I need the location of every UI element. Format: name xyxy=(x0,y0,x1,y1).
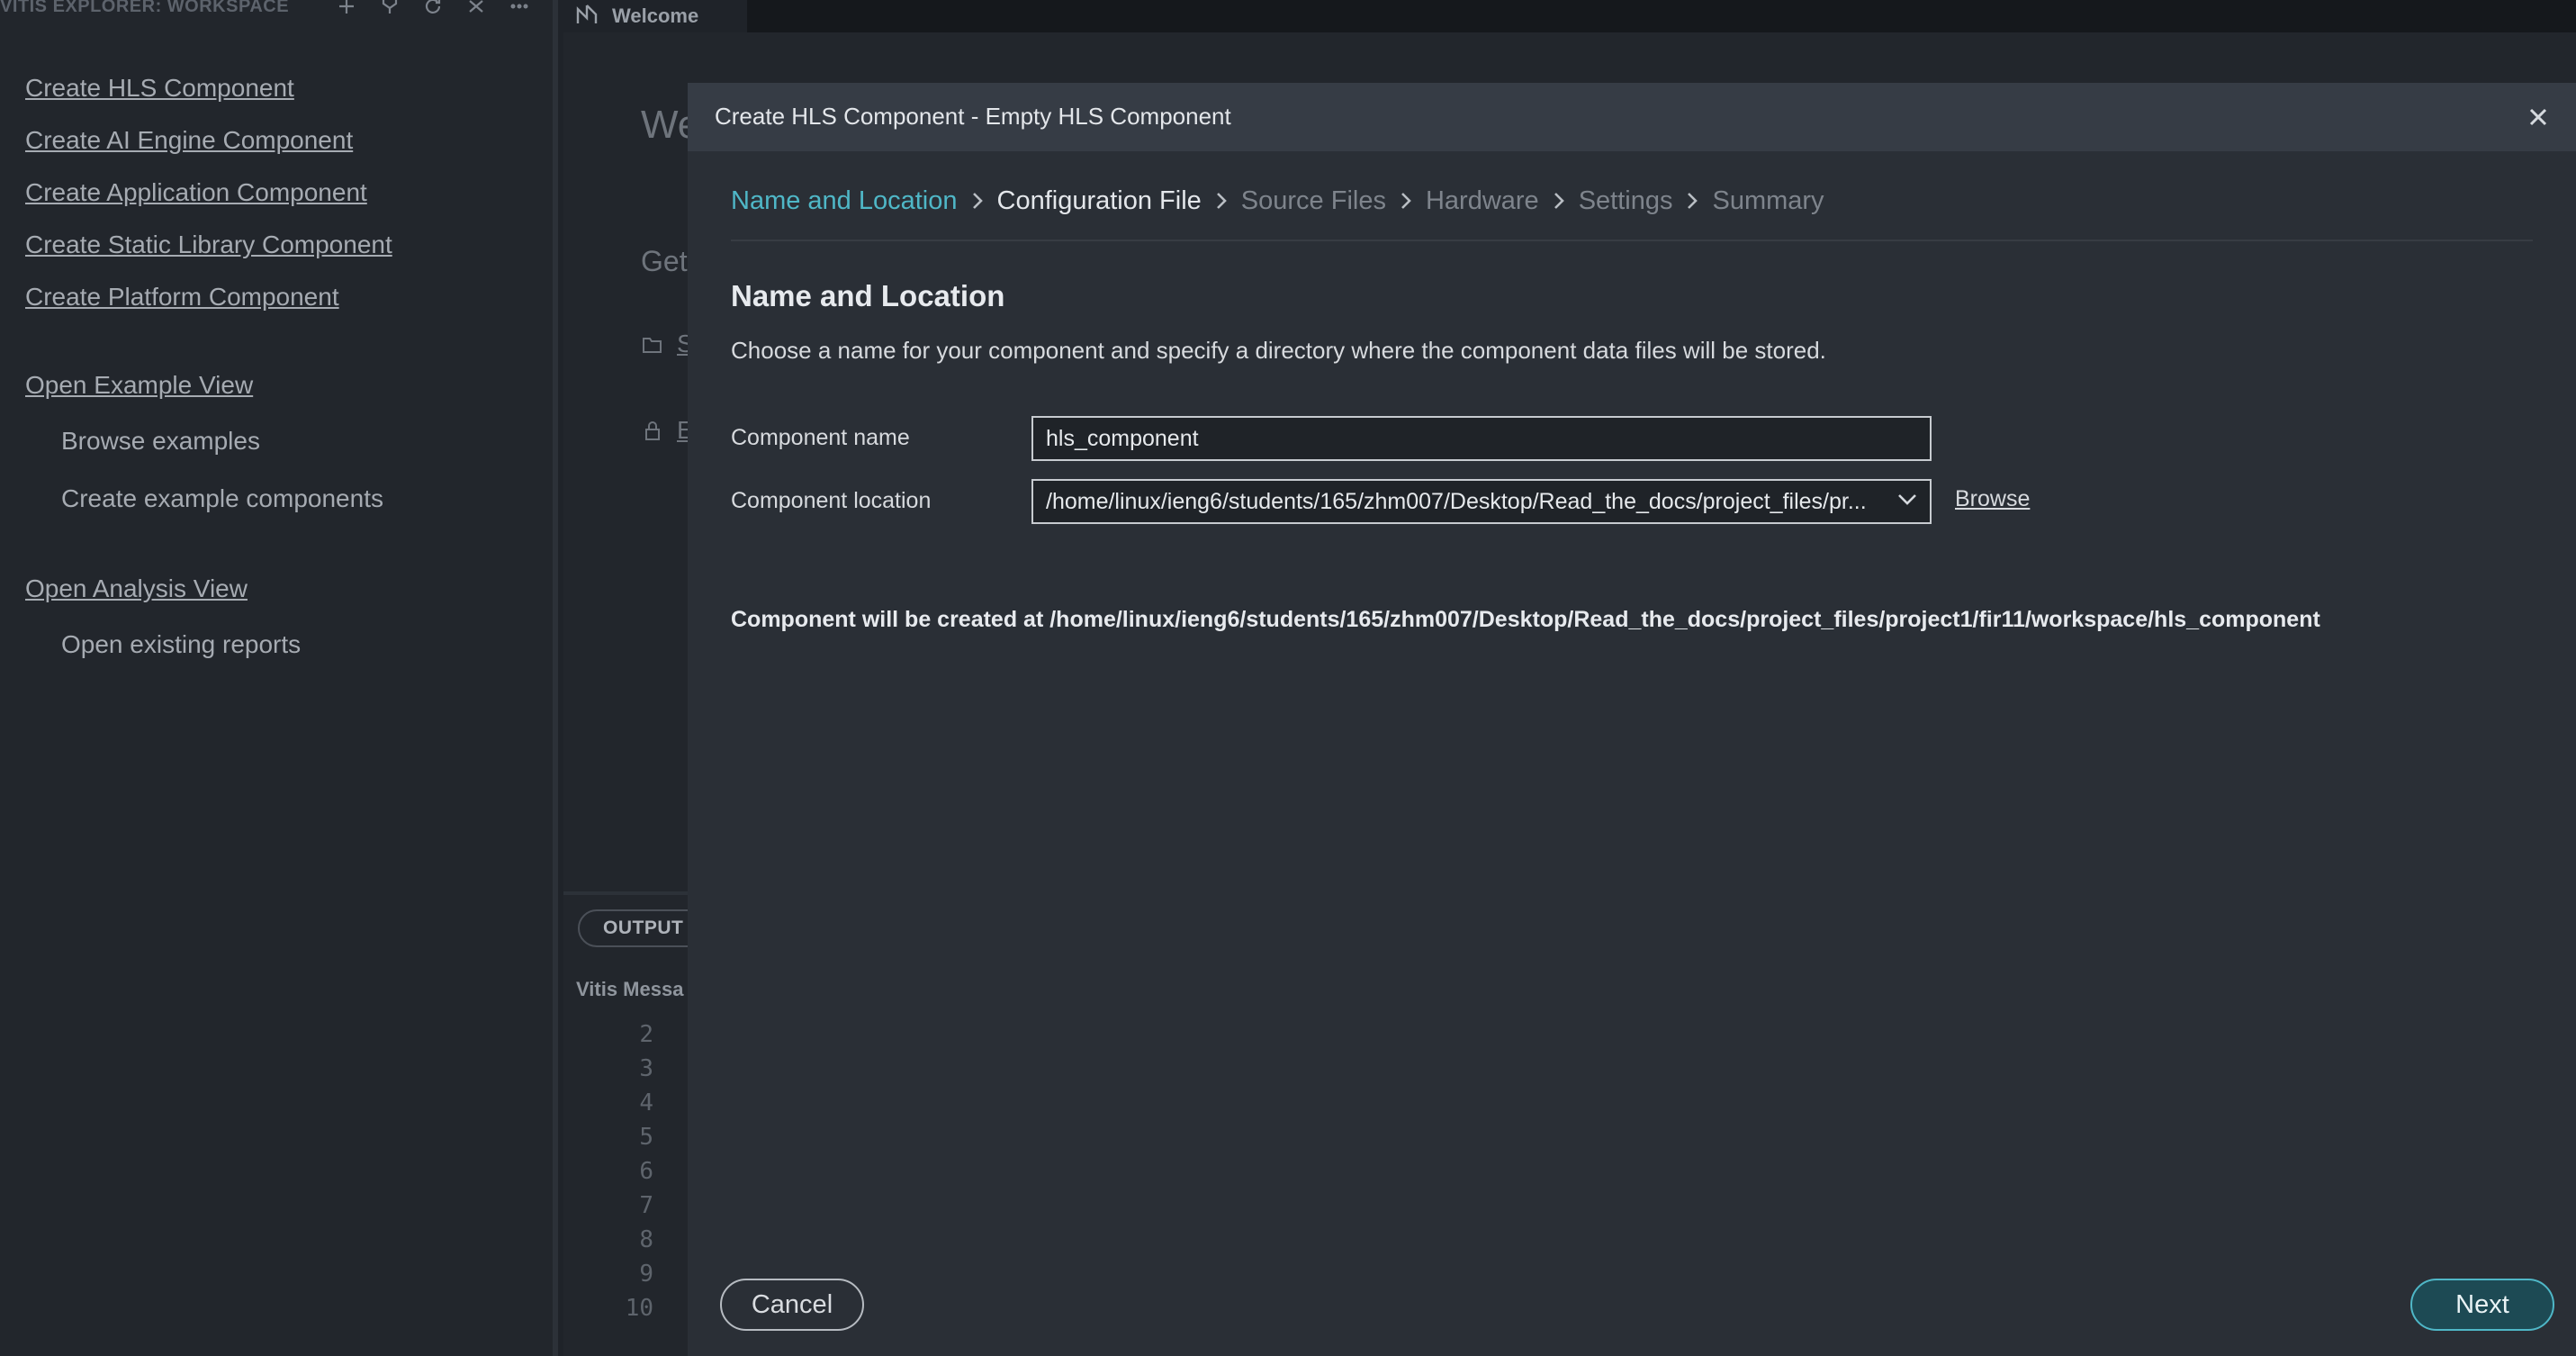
line-number: 5 xyxy=(639,1124,653,1151)
folder-open-icon xyxy=(641,333,664,357)
section-description: Choose a name for your component and spe… xyxy=(731,337,1826,364)
open-existing-reports-item[interactable]: Open existing reports xyxy=(61,630,301,659)
line-number: 7 xyxy=(639,1192,653,1219)
refresh-icon[interactable] xyxy=(421,0,445,18)
chevron-right-icon xyxy=(1202,191,1241,211)
sidebar-actions xyxy=(335,0,531,22)
component-path-preview: Component will be created at /home/linux… xyxy=(731,607,2320,632)
step-settings[interactable]: Settings xyxy=(1579,186,1673,216)
dialog-titlebar: Create HLS Component - Empty HLS Compone… xyxy=(688,83,2576,151)
create-hls-component-dialog: Create HLS Component - Empty HLS Compone… xyxy=(688,83,2576,1356)
component-location-select[interactable]: /home/linux/ieng6/students/165/zhm007/De… xyxy=(1031,479,1932,524)
section-title: Name and Location xyxy=(731,279,1005,312)
next-button[interactable]: Next xyxy=(2410,1279,2554,1331)
component-name-label: Component name xyxy=(731,425,910,450)
wizard-steps-breadcrumb: Name and Location Configuration File Sou… xyxy=(731,182,1824,220)
vitis-logo-icon xyxy=(574,2,599,32)
open-example-view-link[interactable]: Open Example View xyxy=(25,371,253,400)
chevron-right-icon xyxy=(1386,191,1426,211)
step-summary[interactable]: Summary xyxy=(1712,186,1824,216)
component-location-value: /home/linux/ieng6/students/165/zhm007/De… xyxy=(1046,488,1867,514)
line-number: 4 xyxy=(639,1089,653,1116)
line-number: 10 xyxy=(625,1295,653,1322)
explorer-sidebar: VITIS EXPLORER: WORKSPACE Create HLS Com… xyxy=(0,0,558,1356)
browse-link[interactable]: Browse xyxy=(1955,486,2030,512)
output-channel-label: Vitis Messa xyxy=(576,978,684,1000)
create-example-components-item[interactable]: Create example components xyxy=(61,484,383,513)
component-location-label: Component location xyxy=(731,488,932,513)
close-icon xyxy=(2529,108,2547,126)
browse-examples-item[interactable]: Browse examples xyxy=(61,427,260,456)
filter-icon[interactable] xyxy=(378,0,401,18)
line-number: 9 xyxy=(639,1261,653,1288)
step-hardware[interactable]: Hardware xyxy=(1426,186,1539,216)
sidebar-header: VITIS EXPLORER: WORKSPACE xyxy=(0,0,549,22)
cancel-button[interactable]: Cancel xyxy=(720,1279,864,1331)
dialog-title: Create HLS Component - Empty HLS Compone… xyxy=(715,103,1231,130)
chevron-right-icon xyxy=(1672,191,1712,211)
line-number: 3 xyxy=(639,1055,653,1082)
create-application-component-link[interactable]: Create Application Component xyxy=(25,178,367,207)
line-number: 6 xyxy=(639,1158,653,1185)
line-number: 8 xyxy=(639,1226,653,1253)
step-name-and-location[interactable]: Name and Location xyxy=(731,186,958,216)
plus-icon[interactable] xyxy=(335,0,358,18)
lock-icon xyxy=(641,420,664,443)
open-analysis-view-link[interactable]: Open Analysis View xyxy=(25,574,248,603)
step-configuration-file[interactable]: Configuration File xyxy=(997,186,1202,216)
chevron-right-icon xyxy=(958,191,997,211)
line-number: 2 xyxy=(639,1021,653,1048)
create-platform-component-link[interactable]: Create Platform Component xyxy=(25,283,339,312)
breadcrumb-divider xyxy=(731,240,2533,241)
close-button[interactable] xyxy=(2517,95,2560,139)
get-started-heading: Get xyxy=(641,245,688,277)
component-name-input[interactable] xyxy=(1031,416,1932,461)
chevron-down-icon xyxy=(1888,493,1917,511)
sidebar-title: VITIS EXPLORER: WORKSPACE xyxy=(0,0,290,16)
editor-tabbar: Welcome xyxy=(563,0,2576,32)
chevron-right-icon xyxy=(1539,191,1579,211)
step-source-files[interactable]: Source Files xyxy=(1241,186,1386,216)
tab-welcome[interactable]: Welcome xyxy=(563,0,747,32)
create-hls-component-link[interactable]: Create HLS Component xyxy=(25,74,294,103)
collapse-icon[interactable] xyxy=(464,0,488,18)
more-icon[interactable] xyxy=(508,0,531,18)
create-ai-engine-component-link[interactable]: Create AI Engine Component xyxy=(25,126,353,155)
tab-welcome-label: Welcome xyxy=(612,5,699,27)
create-static-library-component-link[interactable]: Create Static Library Component xyxy=(25,231,392,259)
